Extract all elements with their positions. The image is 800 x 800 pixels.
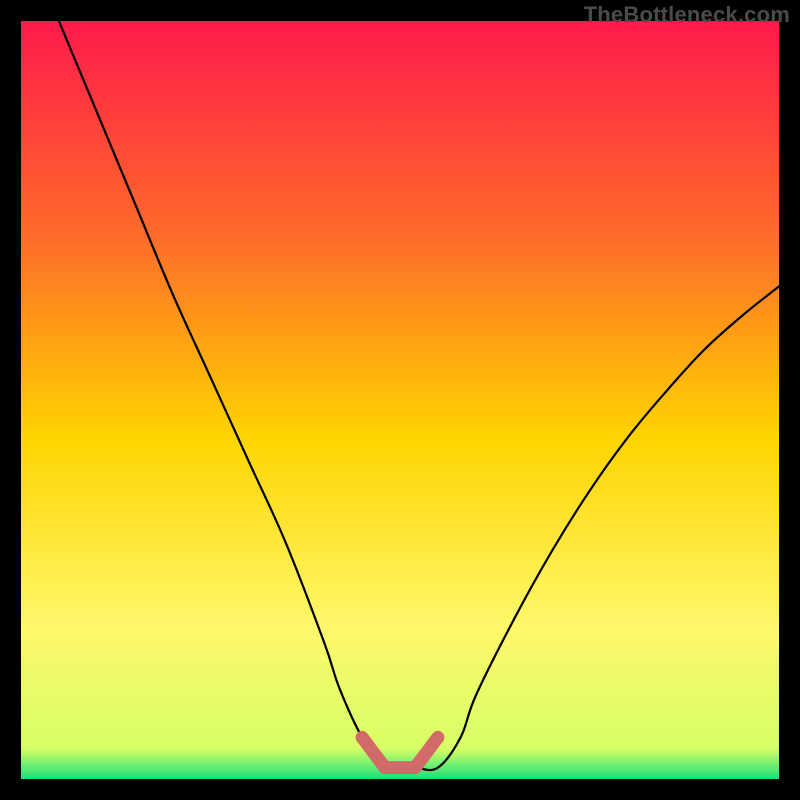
watermark-text: TheBottleneck.com: [584, 2, 790, 28]
chart-svg: [21, 21, 779, 779]
gradient-background: [21, 21, 779, 779]
chart-frame: TheBottleneck.com: [0, 0, 800, 800]
plot-area: [21, 21, 779, 779]
